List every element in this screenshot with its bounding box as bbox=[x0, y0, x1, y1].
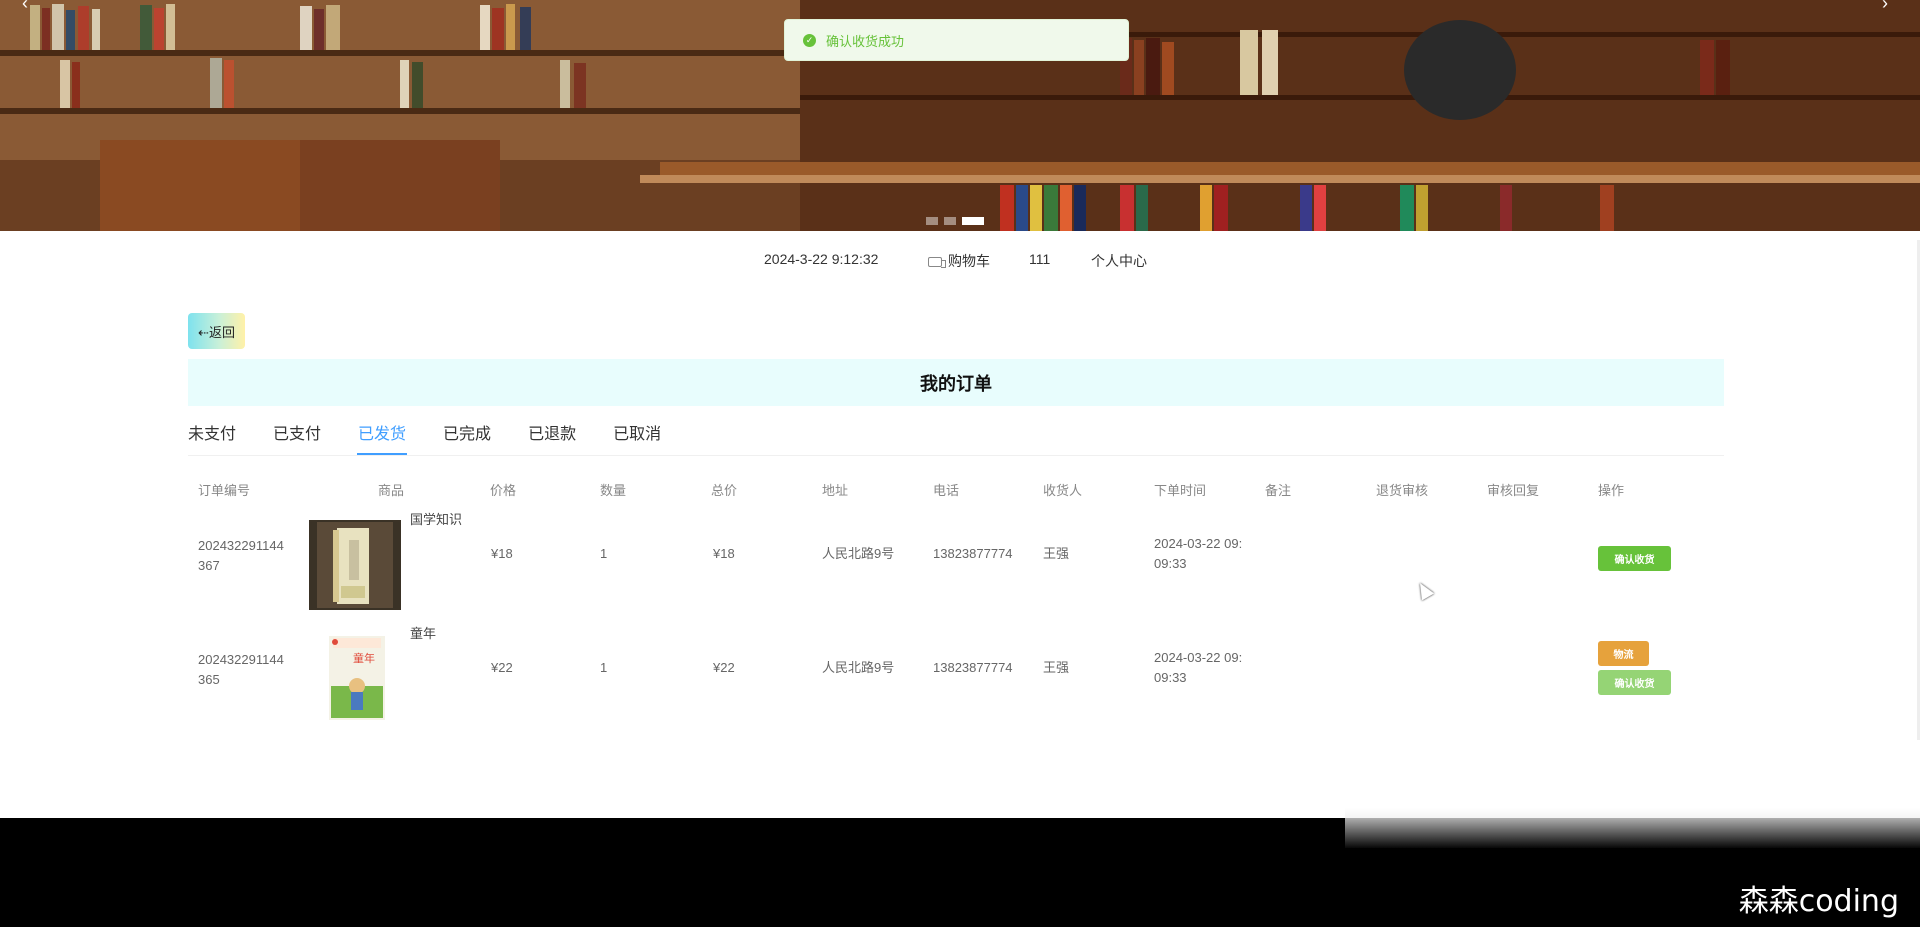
col-note: 备注 bbox=[1265, 483, 1292, 498]
current-datetime: 2024-3-22 9:12:32 bbox=[764, 251, 879, 267]
col-return-review: 退货审核 bbox=[1376, 483, 1429, 498]
order-number-line: 202432291144 bbox=[198, 538, 284, 553]
order-time-line: 09:33 bbox=[1154, 556, 1187, 571]
success-toast: ✓ 确认收货成功 bbox=[784, 19, 1129, 61]
phone: 13823877774 bbox=[933, 546, 1013, 561]
order-status-tabs: 未支付 已支付 已发货 已完成 已退款 已取消 bbox=[188, 423, 698, 455]
profile-link[interactable]: 个人中心 bbox=[1091, 251, 1147, 271]
order-number: 202432291144 367 bbox=[198, 536, 284, 576]
check-circle-icon: ✓ bbox=[803, 33, 816, 47]
orders-table: 订单编号 商品 价格 数量 总价 地址 电话 收货人 下单时间 备注 退货审核 … bbox=[188, 470, 1724, 732]
top-nav: 2024-3-22 9:12:32 购物车 111 个人中心 bbox=[0, 251, 1920, 271]
address: 人民北路9号 bbox=[822, 546, 895, 561]
product-name[interactable]: 童年 bbox=[410, 624, 436, 644]
order-time-line: 2024-03-22 09: bbox=[1154, 650, 1243, 665]
quantity: 1 bbox=[600, 660, 608, 675]
quantity: 1 bbox=[600, 546, 608, 561]
table-row: 202432291144 367 国学知识 ¥18 1 ¥18 人民北路9号 1… bbox=[188, 504, 1724, 618]
carousel-next-arrow[interactable]: › bbox=[1882, 0, 1888, 12]
address: 人民北路9号 bbox=[822, 660, 895, 675]
tab-refunded[interactable]: 已退款 bbox=[528, 423, 576, 455]
svg-text:童年: 童年 bbox=[353, 651, 375, 665]
receiver: 王强 bbox=[1043, 546, 1070, 561]
cart-link[interactable]: 购物车 bbox=[928, 251, 990, 271]
receiver: 王强 bbox=[1043, 660, 1070, 675]
order-number-line: 202432291144 bbox=[198, 652, 284, 667]
col-total: 总价 bbox=[711, 483, 738, 498]
truck-icon bbox=[928, 257, 946, 268]
carousel-dot[interactable] bbox=[926, 217, 938, 225]
col-phone: 电话 bbox=[933, 483, 960, 498]
total-price: ¥22 bbox=[713, 660, 735, 675]
order-number-line: 367 bbox=[198, 558, 220, 573]
tab-paid[interactable]: 已支付 bbox=[273, 423, 321, 455]
product-name[interactable]: 国学知识 bbox=[410, 510, 462, 530]
confirm-receipt-button[interactable]: 确认收货 bbox=[1598, 670, 1671, 695]
carousel-indicators bbox=[926, 217, 984, 225]
table-header: 订单编号 商品 价格 数量 总价 地址 电话 收货人 下单时间 备注 退货审核 … bbox=[188, 470, 1724, 504]
total-price: ¥18 bbox=[713, 546, 735, 561]
col-review-reply: 审核回复 bbox=[1487, 483, 1540, 498]
page-title-bar: 我的订单 bbox=[188, 359, 1724, 406]
phone: 13823877774 bbox=[933, 660, 1013, 675]
carousel-prev-arrow[interactable]: ‹ bbox=[22, 0, 28, 12]
col-order-no: 订单编号 bbox=[198, 483, 251, 498]
watermark-text: 森森coding bbox=[1738, 884, 1899, 919]
order-number-line: 365 bbox=[198, 672, 220, 687]
col-address: 地址 bbox=[822, 483, 849, 498]
tab-shipped[interactable]: 已发货 bbox=[357, 423, 408, 455]
col-qty: 数量 bbox=[600, 483, 627, 498]
col-receiver: 收货人 bbox=[1043, 483, 1083, 498]
table-row: 202432291144 365 童年 童年 ¥22 1 ¥22 人民北路9号 … bbox=[188, 618, 1724, 732]
back-button[interactable]: ⇠返回 bbox=[188, 313, 245, 349]
confirm-receipt-button[interactable]: 确认收货 bbox=[1598, 546, 1671, 571]
cart-label: 购物车 bbox=[948, 253, 990, 269]
toast-message: 确认收货成功 bbox=[826, 33, 905, 49]
page-title: 我的订单 bbox=[920, 373, 992, 394]
product-image[interactable]: 童年 bbox=[309, 634, 401, 724]
order-time-line: 09:33 bbox=[1154, 670, 1187, 685]
logistics-button[interactable]: 物流 bbox=[1598, 641, 1649, 666]
order-number: 202432291144 365 bbox=[198, 650, 284, 690]
order-time: 2024-03-22 09: 09:33 bbox=[1154, 648, 1242, 688]
order-time: 2024-03-22 09: 09:33 bbox=[1154, 534, 1242, 574]
order-time-line: 2024-03-22 09: bbox=[1154, 536, 1243, 551]
tabs-divider bbox=[188, 455, 1724, 456]
footer-fade bbox=[1345, 808, 1920, 848]
col-order-time: 下单时间 bbox=[1154, 483, 1207, 498]
col-price: 价格 bbox=[490, 483, 517, 498]
tab-unpaid[interactable]: 未支付 bbox=[188, 423, 236, 455]
price: ¥18 bbox=[491, 546, 513, 561]
carousel-dot[interactable] bbox=[944, 217, 956, 225]
product-image[interactable] bbox=[309, 520, 401, 610]
username-link[interactable]: 111 bbox=[1029, 251, 1050, 267]
tab-cancelled[interactable]: 已取消 bbox=[613, 423, 661, 455]
col-actions: 操作 bbox=[1598, 483, 1625, 498]
price: ¥22 bbox=[491, 660, 513, 675]
col-product: 商品 bbox=[378, 483, 405, 498]
tab-completed[interactable]: 已完成 bbox=[443, 423, 491, 455]
carousel-dot-active[interactable] bbox=[962, 217, 984, 225]
